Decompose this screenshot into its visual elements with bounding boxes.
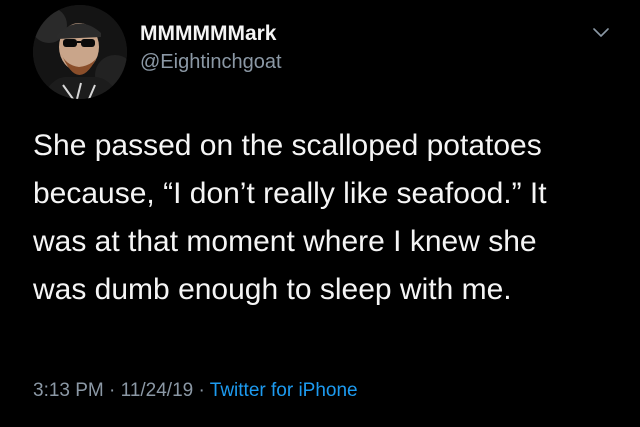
tweet-text-line: because, “I don’t really like seafood.” … bbox=[33, 177, 547, 210]
avatar[interactable] bbox=[33, 5, 127, 99]
tweet-card: MMMMMMark @Eightinchgoat She passed on t… bbox=[0, 0, 640, 427]
profile-photo-icon bbox=[33, 5, 127, 99]
tweet-text-line: was at that moment where I knew she bbox=[33, 225, 537, 258]
display-name[interactable]: MMMMMMark bbox=[140, 22, 277, 46]
tweet-date[interactable]: 11/24/19 bbox=[121, 380, 194, 401]
tweet-text-line: She passed on the scalloped potatoes bbox=[33, 129, 542, 162]
tweet-text: She passed on the scalloped potatoes bec… bbox=[33, 122, 623, 314]
chevron-down-icon[interactable] bbox=[589, 24, 613, 42]
user-handle[interactable]: @Eightinchgoat bbox=[140, 51, 282, 74]
meta-separator: · bbox=[198, 380, 210, 401]
tweet-text-line: was dumb enough to sleep with me. bbox=[33, 273, 512, 306]
tweet-metadata: 3:13 PM · 11/24/19 · Twitter for iPhone bbox=[33, 380, 358, 402]
tweet-time[interactable]: 3:13 PM bbox=[33, 380, 104, 401]
meta-separator: · bbox=[109, 380, 121, 401]
tweet-source-link[interactable]: Twitter for iPhone bbox=[210, 380, 358, 401]
